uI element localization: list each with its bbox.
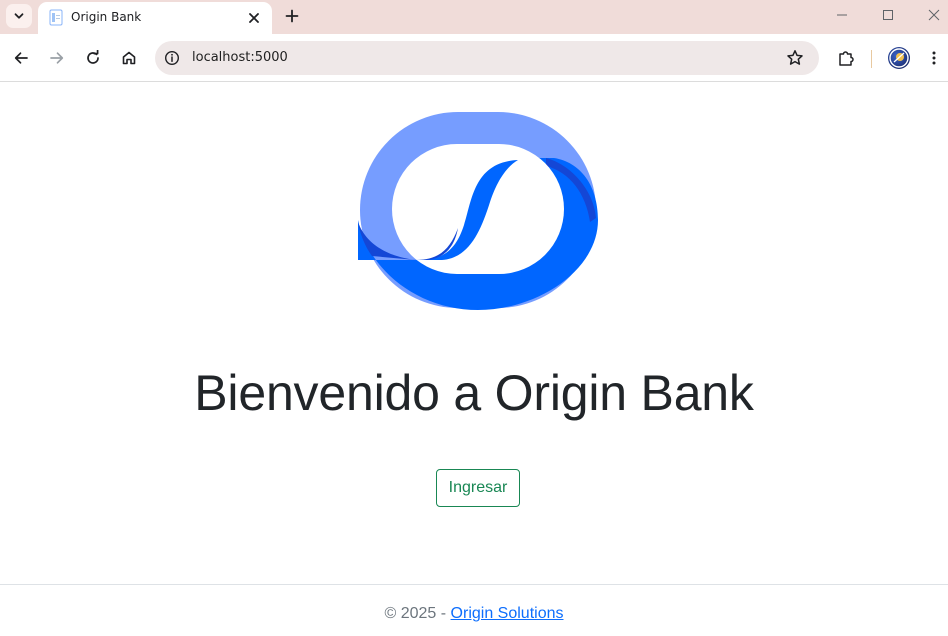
browser-menu-button[interactable] bbox=[920, 44, 948, 72]
puzzle-icon bbox=[839, 51, 854, 66]
toolbar-divider bbox=[871, 50, 872, 68]
profile-avatar[interactable] bbox=[888, 47, 910, 69]
footer: © 2025 - Origin Solutions bbox=[0, 605, 948, 623]
reload-button[interactable] bbox=[79, 44, 107, 72]
origin-solutions-link[interactable]: Origin Solutions bbox=[451, 605, 564, 622]
info-icon[interactable] bbox=[164, 50, 180, 66]
login-button[interactable]: Ingresar bbox=[436, 469, 520, 507]
kebab-menu-icon bbox=[932, 51, 936, 65]
new-tab-button[interactable] bbox=[280, 4, 304, 28]
home-icon bbox=[122, 51, 136, 65]
extensions-button[interactable] bbox=[832, 44, 860, 72]
origin-bank-logo bbox=[358, 112, 598, 310]
url-text[interactable]: localhost:5000 bbox=[192, 50, 288, 65]
arrow-right-icon bbox=[50, 52, 64, 64]
back-button[interactable] bbox=[7, 44, 35, 72]
page-title: Bienvenido a Origin Bank bbox=[194, 365, 754, 421]
maximize-icon bbox=[883, 10, 893, 20]
document-icon bbox=[49, 9, 63, 26]
plus-icon bbox=[285, 9, 299, 23]
maximize-button[interactable] bbox=[873, 4, 903, 26]
home-button[interactable] bbox=[115, 44, 143, 72]
reload-icon bbox=[87, 50, 99, 64]
chevron-down-icon bbox=[14, 13, 24, 19]
browser-tab[interactable]: Origin Bank bbox=[38, 2, 272, 34]
tab-search-button[interactable] bbox=[6, 4, 32, 28]
close-icon bbox=[928, 9, 940, 21]
tab-close-button[interactable] bbox=[244, 8, 264, 28]
tab-strip: Origin Bank bbox=[0, 0, 948, 34]
footer-divider bbox=[0, 584, 948, 585]
forward-button[interactable] bbox=[43, 44, 71, 72]
minimize-button[interactable] bbox=[827, 4, 857, 26]
page-content: Bienvenido a Origin Bank Ingresar © 2025… bbox=[0, 82, 948, 636]
star-icon[interactable] bbox=[785, 48, 805, 68]
avatar-icon bbox=[889, 48, 909, 68]
window-close-button[interactable] bbox=[919, 4, 948, 26]
close-icon bbox=[249, 13, 259, 23]
minimize-icon bbox=[837, 14, 847, 16]
arrow-left-icon bbox=[14, 52, 28, 64]
copyright-text: © 2025 - bbox=[384, 605, 451, 622]
address-bar[interactable]: localhost:5000 bbox=[155, 41, 819, 75]
browser-toolbar: localhost:5000 bbox=[0, 34, 948, 82]
tab-title: Origin Bank bbox=[71, 10, 142, 24]
